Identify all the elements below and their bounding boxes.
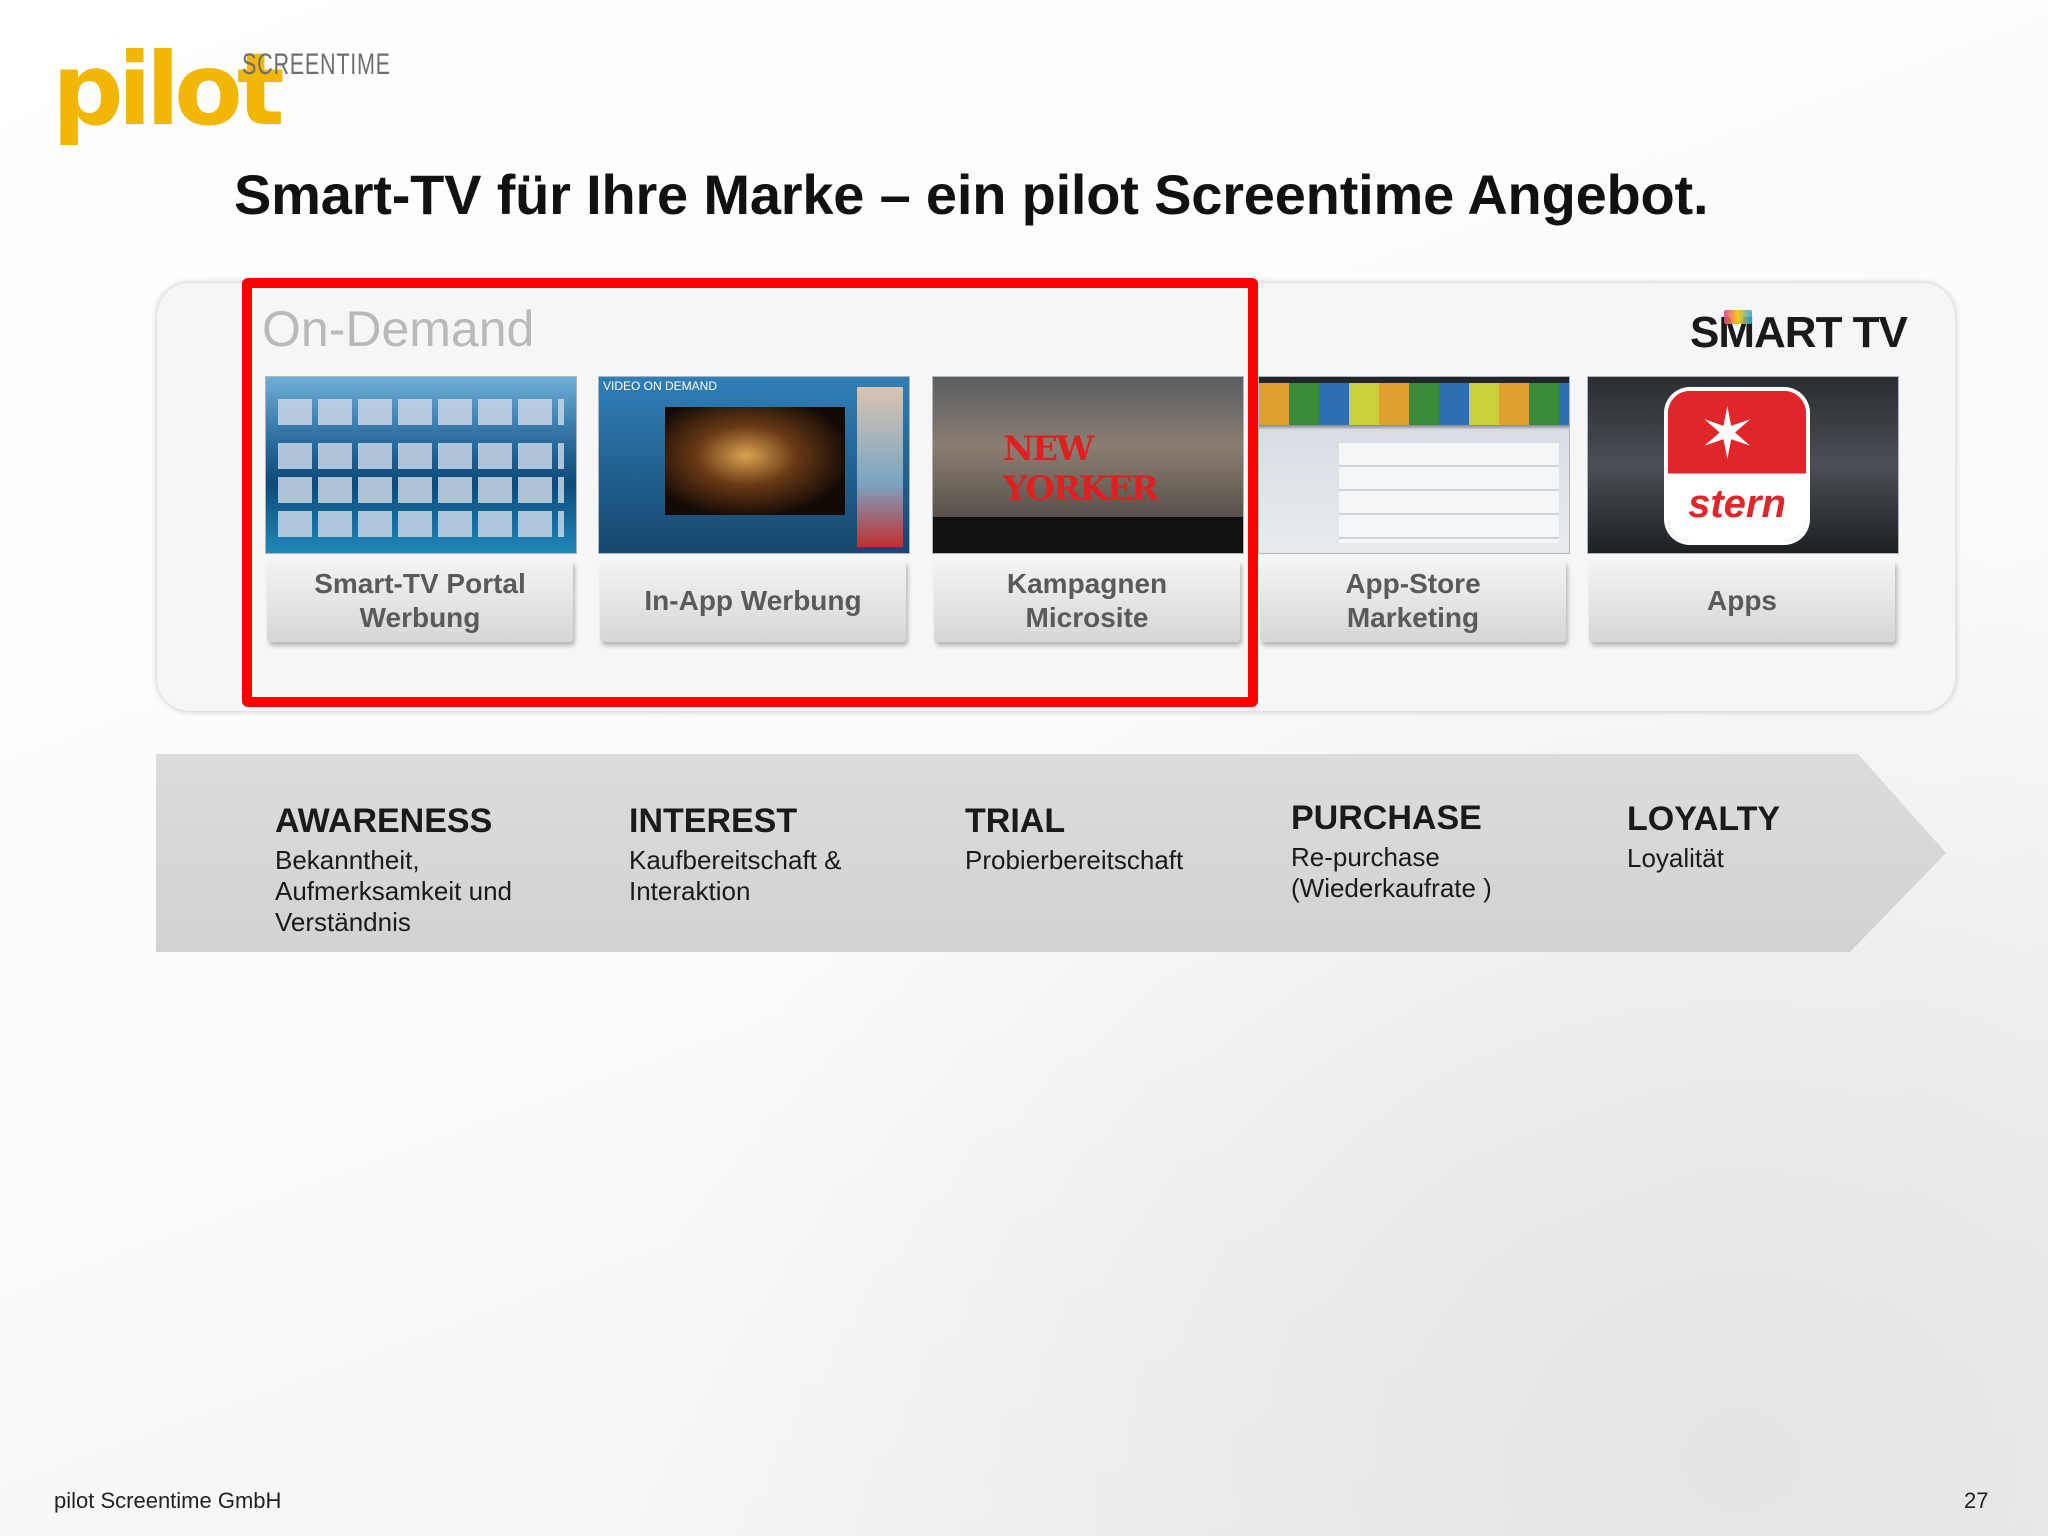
stage-desc: Bekanntheit, Aufmerksamkeit und Verständ… (275, 845, 512, 937)
stage-title: LOYALTY (1627, 800, 1781, 838)
funnel-stage-interest: INTEREST Kaufbereitschaft & Interaktion (629, 802, 841, 907)
stage-desc: Re-purchase (Wiederkaufrate ) (1291, 842, 1492, 903)
stage-title: INTEREST (629, 802, 798, 840)
page-number: 27 (1964, 1488, 1989, 1513)
funnel-stage-purchase: PURCHASE Re-purchase (Wiederkaufrate ) (1291, 799, 1492, 904)
logo-subtitle: SCREENTIME (242, 48, 391, 81)
app-store-button[interactable]: App-Store Marketing (1260, 560, 1566, 642)
card-apps[interactable]: ✶ stern Apps (1587, 376, 1899, 642)
apps-button[interactable]: Apps (1589, 560, 1895, 642)
card-app-store[interactable]: App-Store Marketing (1258, 376, 1570, 642)
highlight-frame (242, 278, 1258, 707)
slide-title: Smart-TV für Ihre Marke – ein pilot Scre… (234, 163, 1709, 226)
smart-tv-logo: SMART TV (1690, 308, 1908, 357)
stern-app-icon: ✶ stern (1668, 391, 1806, 541)
funnel-stage-loyalty: LOYALTY Loyalität (1627, 800, 1780, 874)
funnel-stage-awareness: AWARENESS Bekanntheit, Aufmerksamkeit un… (275, 802, 512, 938)
stage-desc: Loyalität (1627, 843, 1724, 873)
stage-title: PURCHASE (1291, 799, 1482, 837)
stage-title: AWARENESS (275, 802, 493, 840)
stage-desc: Kaufbereitschaft & Interaktion (629, 845, 842, 906)
footer-company: pilot Screentime GmbH (54, 1488, 282, 1513)
app-store-thumbnail (1258, 376, 1570, 554)
stage-title: TRIAL (965, 802, 1066, 840)
stage-desc: Probierbereitschaft (965, 845, 1184, 875)
stern-app-thumbnail: ✶ stern (1587, 376, 1899, 554)
funnel-stage-trial: TRIAL Probierbereitschaft (965, 802, 1183, 876)
pilot-screentime-logo: pilot SCREENTIME (52, 40, 412, 150)
